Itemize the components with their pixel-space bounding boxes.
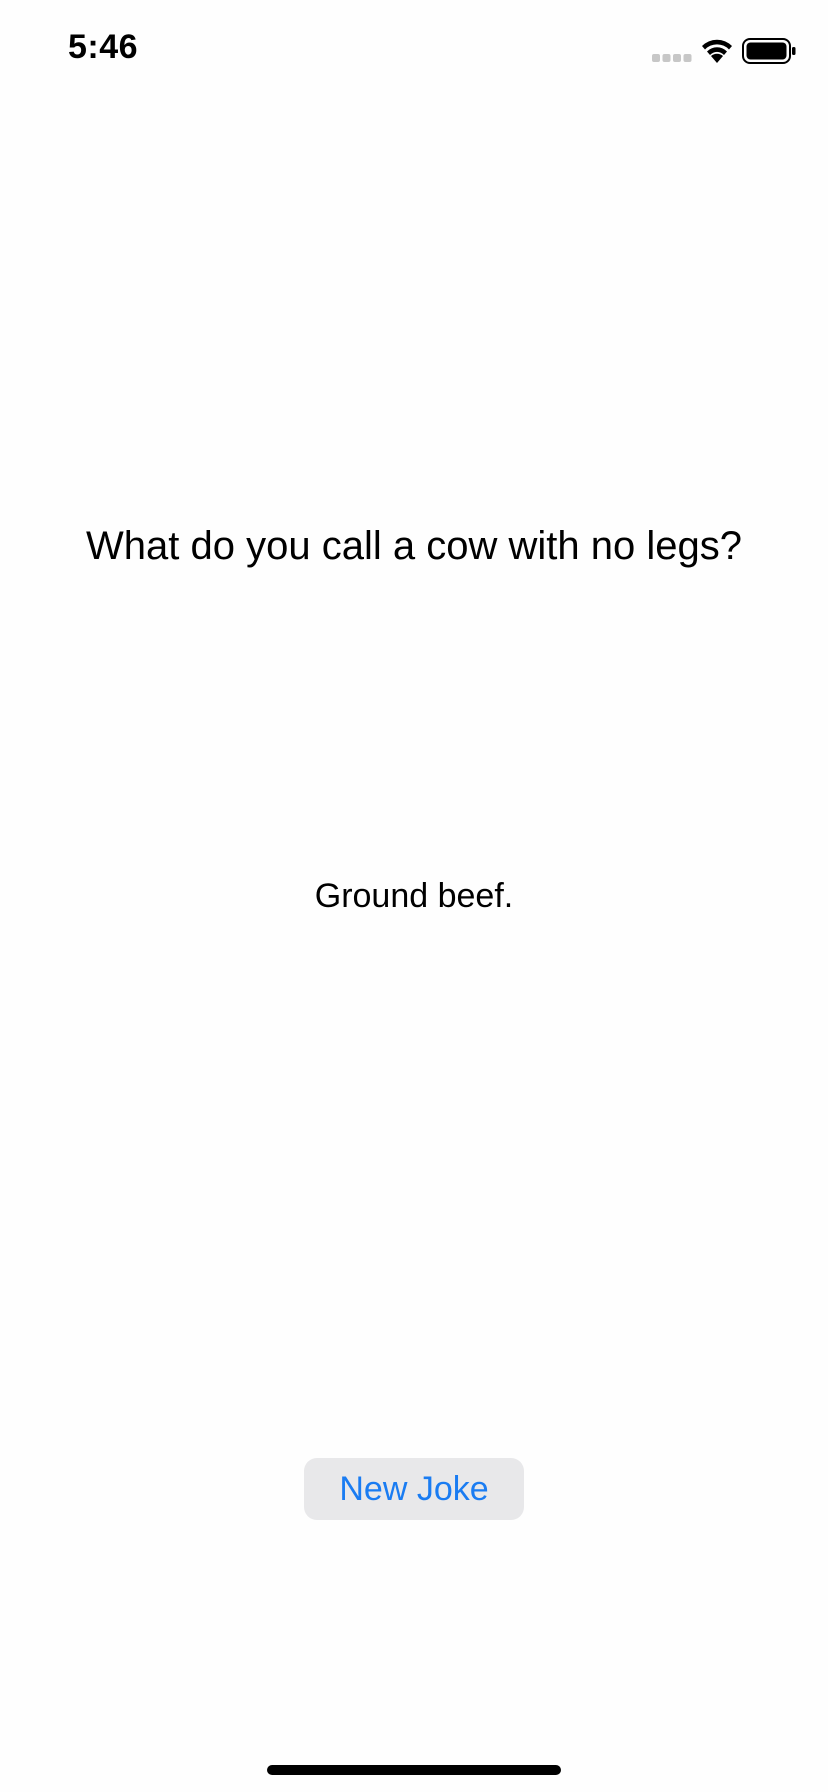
joke-punchline-text: Ground beef.	[314, 877, 514, 915]
wifi-icon	[702, 39, 732, 63]
home-indicator[interactable]	[267, 1765, 561, 1775]
battery-icon	[742, 38, 796, 64]
new-joke-button[interactable]: New Joke	[304, 1458, 524, 1520]
status-time: 5:46	[68, 28, 139, 66]
joke-setup-text: What do you call a cow with no legs?	[86, 524, 742, 568]
cellular-signal-icon	[652, 54, 692, 62]
status-bar: 5:46	[0, 0, 828, 100]
